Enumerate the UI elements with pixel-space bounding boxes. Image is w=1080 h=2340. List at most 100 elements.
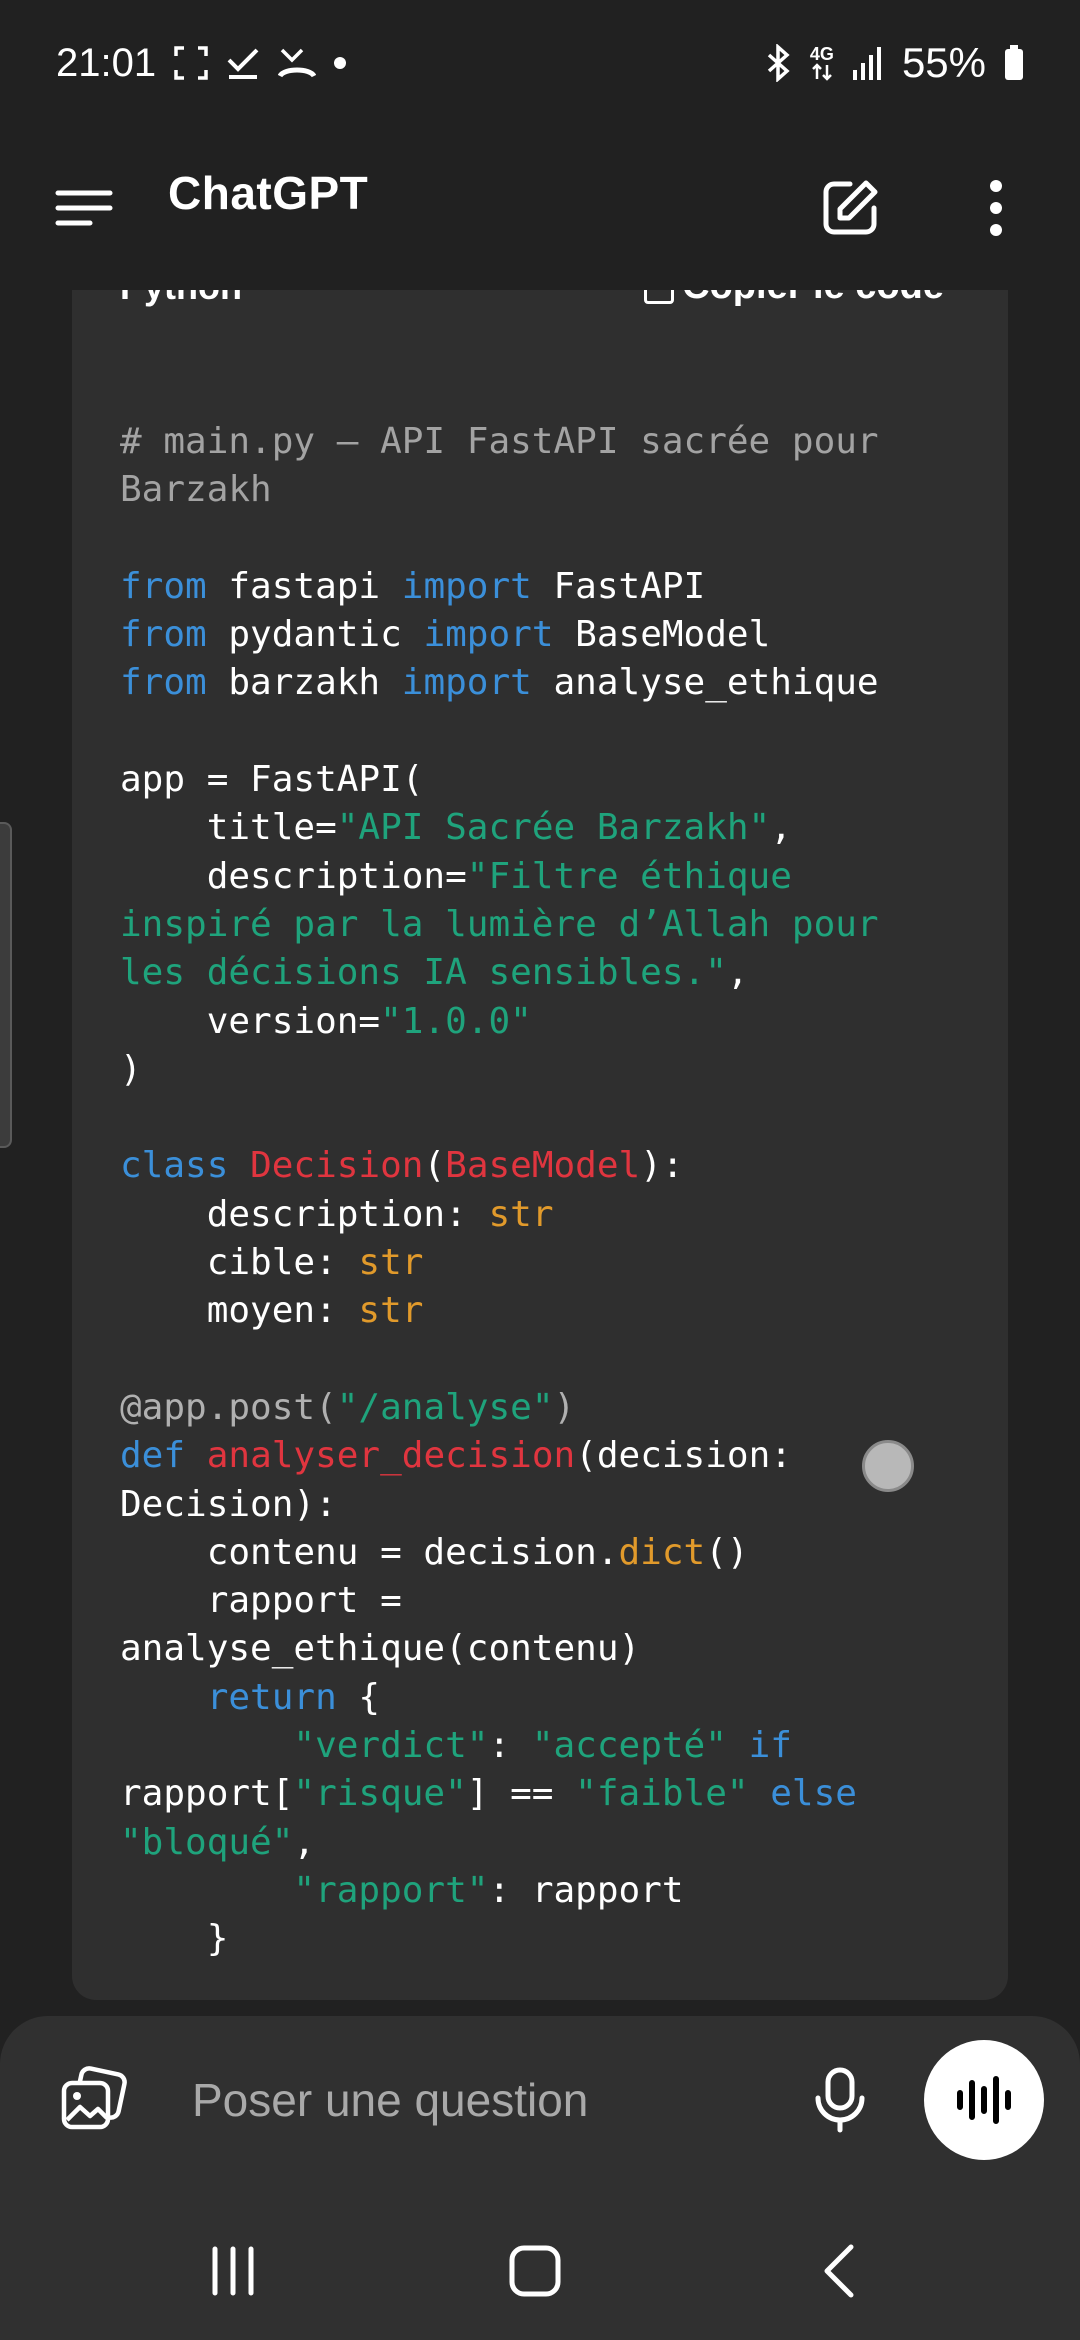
code-token: ): [553, 1386, 576, 1428]
code-line: description: str: [120, 1191, 980, 1239]
code-token: :: [488, 1725, 532, 1767]
back-button[interactable]: [794, 2236, 884, 2306]
image-attach-icon: [61, 2066, 127, 2130]
code-token: (decision:: [575, 1435, 792, 1477]
battery-percent: 55%: [901, 39, 986, 86]
battery-icon: [1004, 39, 1024, 87]
network-4g-icon: 4G: [810, 39, 834, 87]
home-icon: [509, 2245, 561, 2297]
code-line: contenu = decision.dict(): [120, 1529, 980, 1577]
code-line: les décisions IA sensibles.",: [120, 949, 980, 997]
check-icon: [226, 39, 260, 87]
code-token: "/analyse": [336, 1386, 554, 1428]
home-button[interactable]: [490, 2236, 580, 2306]
code-line: Decision):: [120, 1481, 980, 1529]
status-left: 21:01: [56, 39, 347, 87]
code-line: rapport =: [120, 1577, 980, 1625]
code-line: from pydantic import BaseModel: [120, 611, 980, 659]
menu-button[interactable]: [54, 178, 114, 238]
scroll-handle[interactable]: [0, 822, 12, 1148]
code-token: description:: [120, 1193, 489, 1235]
code-token: (: [423, 1145, 446, 1187]
code-token: import: [401, 662, 532, 704]
code-line: "bloqué",: [120, 1819, 980, 1867]
message-input[interactable]: [192, 2068, 792, 2132]
code-line: "rapport": rapport: [120, 1867, 980, 1915]
microphone-button[interactable]: [804, 2064, 876, 2141]
code-token: pydantic: [206, 614, 424, 656]
code-token: from: [120, 565, 207, 607]
more-vertical-icon: [990, 180, 1002, 236]
code-line: # main.py – API FastAPI sacrée pour: [120, 418, 980, 466]
hamburger-menu-icon: [55, 190, 113, 226]
code-token: app = FastAPI(: [120, 759, 424, 801]
code-token: Decision):: [120, 1483, 337, 1525]
code-token: class: [120, 1145, 229, 1187]
code-token: moyen:: [120, 1290, 359, 1332]
code-token: les décisions IA sensibles.": [120, 952, 727, 994]
code-token: "bloqué": [120, 1821, 294, 1863]
touch-indicator: [862, 1440, 914, 1492]
microphone-icon: [815, 2067, 865, 2133]
code-token: BaseModel: [553, 614, 771, 656]
code-token: "risque": [293, 1773, 467, 1815]
code-token: {: [336, 1676, 381, 1718]
code-line: def analyser_decision(decision:: [120, 1432, 980, 1480]
attach-image-button[interactable]: [58, 2065, 128, 2140]
code-token: # main.py – API FastAPI sacrée pour: [120, 421, 879, 462]
code-line: from barzakh import analyse_ethique: [120, 659, 980, 707]
code-content: # main.py – API FastAPI sacrée pour Barza…: [120, 418, 980, 1964]
code-token: analyser_decision: [206, 1435, 576, 1477]
code-line: analyse_ethique(contenu): [120, 1625, 980, 1673]
missed-call-icon: [278, 39, 317, 87]
code-token: contenu = decision.: [120, 1531, 619, 1573]
code-line: moyen: str: [120, 1287, 980, 1335]
code-token: ] ==: [466, 1773, 576, 1815]
code-line: version="1.0.0": [120, 998, 980, 1046]
new-chat-button[interactable]: [814, 172, 886, 244]
code-token: description=: [120, 855, 467, 897]
code-token: "1.0.0": [380, 1000, 532, 1042]
code-token: "verdict": [293, 1725, 489, 1767]
code-token: analyse_ethique: [531, 662, 879, 704]
code-token: rapport =: [120, 1580, 402, 1622]
more-options-button[interactable]: [960, 172, 1032, 244]
code-token: cible:: [120, 1242, 359, 1284]
status-bar: 21:01 4G 55%: [0, 0, 1080, 126]
code-line: "verdict": "accepté" if: [120, 1722, 980, 1770]
code-line: inspiré par la lumière d’Allah pour: [120, 901, 980, 949]
code-line: return {: [120, 1674, 980, 1722]
code-token: @app.post(: [120, 1386, 337, 1428]
code-token: "faible": [575, 1773, 749, 1815]
code-token: return: [206, 1676, 337, 1718]
recents-button[interactable]: [188, 2236, 278, 2306]
code-line: @app.post("/analyse"): [120, 1384, 980, 1432]
code-token: "accepté": [531, 1725, 727, 1767]
code-token: if: [748, 1725, 792, 1767]
code-line: rapport["risque"] == "faible" else: [120, 1770, 980, 1818]
back-icon: [824, 2244, 854, 2298]
code-line: class Decision(BaseModel):: [120, 1142, 980, 1190]
code-token: (): [705, 1531, 749, 1573]
code-token: str: [358, 1290, 424, 1332]
code-line: description="Filtre éthique: [120, 853, 980, 901]
code-token: ): [120, 1048, 142, 1090]
status-right: 4G 55%: [766, 39, 1024, 87]
code-token: else: [770, 1773, 857, 1815]
code-token: BaseModel: [445, 1145, 641, 1187]
recents-icon: [212, 2246, 254, 2296]
voice-mode-button[interactable]: [924, 2040, 1044, 2160]
code-token: version=: [120, 1000, 381, 1042]
voice-mode-icon: [957, 2076, 1011, 2124]
code-token: fastapi: [206, 565, 402, 607]
signal-icon: [852, 39, 884, 87]
